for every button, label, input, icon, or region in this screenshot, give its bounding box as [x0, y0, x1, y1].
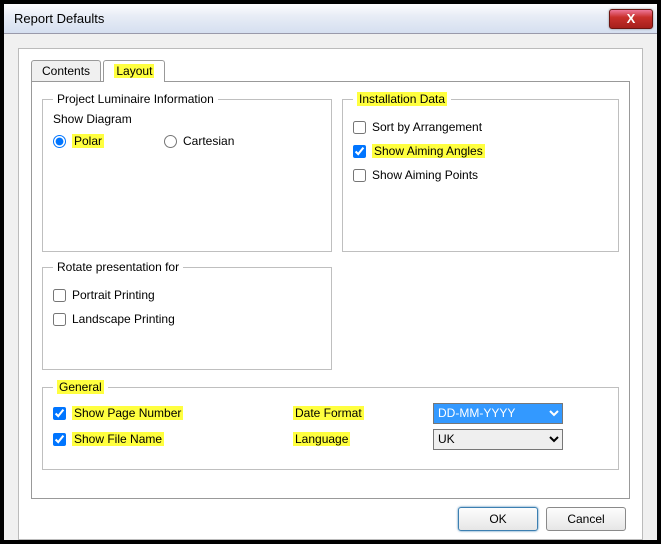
titlebar: Report Defaults X: [4, 4, 657, 34]
check-landscape[interactable]: Landscape Printing: [53, 312, 321, 326]
label-language: Language: [293, 432, 350, 446]
tab-contents[interactable]: Contents: [31, 60, 101, 82]
fieldset-luminaire: Project Luminaire Information Show Diagr…: [42, 92, 332, 252]
label-show-diagram: Show Diagram: [53, 112, 321, 126]
select-date-format[interactable]: DD-MM-YYYY: [433, 403, 563, 424]
legend-rotate: Rotate presentation for: [53, 260, 183, 274]
tab-panel-layout: Project Luminaire Information Show Diagr…: [31, 81, 630, 499]
tab-layout[interactable]: Layout: [103, 60, 165, 82]
check-portrait-input[interactable]: [53, 289, 66, 302]
select-language[interactable]: UK: [433, 429, 563, 450]
check-file-name-label: Show File Name: [72, 432, 164, 446]
check-file-name[interactable]: Show File Name: [53, 432, 283, 446]
window-title: Report Defaults: [14, 11, 609, 26]
check-page-number[interactable]: Show Page Number: [53, 406, 283, 420]
check-page-number-label: Show Page Number: [72, 406, 183, 420]
fieldset-rotate: Rotate presentation for Portrait Printin…: [42, 260, 332, 370]
dialog-footer: OK Cancel: [31, 507, 630, 531]
close-button[interactable]: X: [609, 9, 653, 29]
check-sort-arrangement-input[interactable]: [353, 121, 366, 134]
check-file-name-input[interactable]: [53, 433, 66, 446]
radio-polar-input[interactable]: [53, 135, 66, 148]
check-aiming-angles-input[interactable]: [353, 145, 366, 158]
radio-polar-label: Polar: [72, 134, 104, 148]
radio-polar[interactable]: Polar: [53, 134, 104, 148]
check-landscape-input[interactable]: [53, 313, 66, 326]
check-sort-arrangement-label: Sort by Arrangement: [372, 120, 482, 134]
label-date-format: Date Format: [293, 406, 364, 420]
ok-button[interactable]: OK: [458, 507, 538, 531]
check-aiming-angles-label: Show Aiming Angles: [372, 144, 485, 158]
check-landscape-label: Landscape Printing: [72, 312, 175, 326]
radio-cartesian-input[interactable]: [164, 135, 177, 148]
fieldset-general: General Show Page Number Date Format DD-…: [42, 380, 619, 470]
tab-strip: Contents Layout: [31, 59, 630, 81]
check-aiming-points-input[interactable]: [353, 169, 366, 182]
check-aiming-points[interactable]: Show Aiming Points: [353, 168, 608, 182]
check-portrait-label: Portrait Printing: [72, 288, 155, 302]
cancel-button[interactable]: Cancel: [546, 507, 626, 531]
check-aiming-angles[interactable]: Show Aiming Angles: [353, 144, 608, 158]
radio-cartesian-label: Cartesian: [183, 134, 234, 148]
check-sort-arrangement[interactable]: Sort by Arrangement: [353, 120, 608, 134]
legend-luminaire: Project Luminaire Information: [53, 92, 218, 106]
fieldset-installation: Installation Data Sort by Arrangement Sh…: [342, 92, 619, 252]
radio-cartesian[interactable]: Cartesian: [164, 134, 234, 148]
check-page-number-input[interactable]: [53, 407, 66, 420]
legend-general: General: [53, 380, 108, 394]
legend-installation: Installation Data: [353, 92, 451, 106]
check-aiming-points-label: Show Aiming Points: [372, 168, 478, 182]
check-portrait[interactable]: Portrait Printing: [53, 288, 321, 302]
